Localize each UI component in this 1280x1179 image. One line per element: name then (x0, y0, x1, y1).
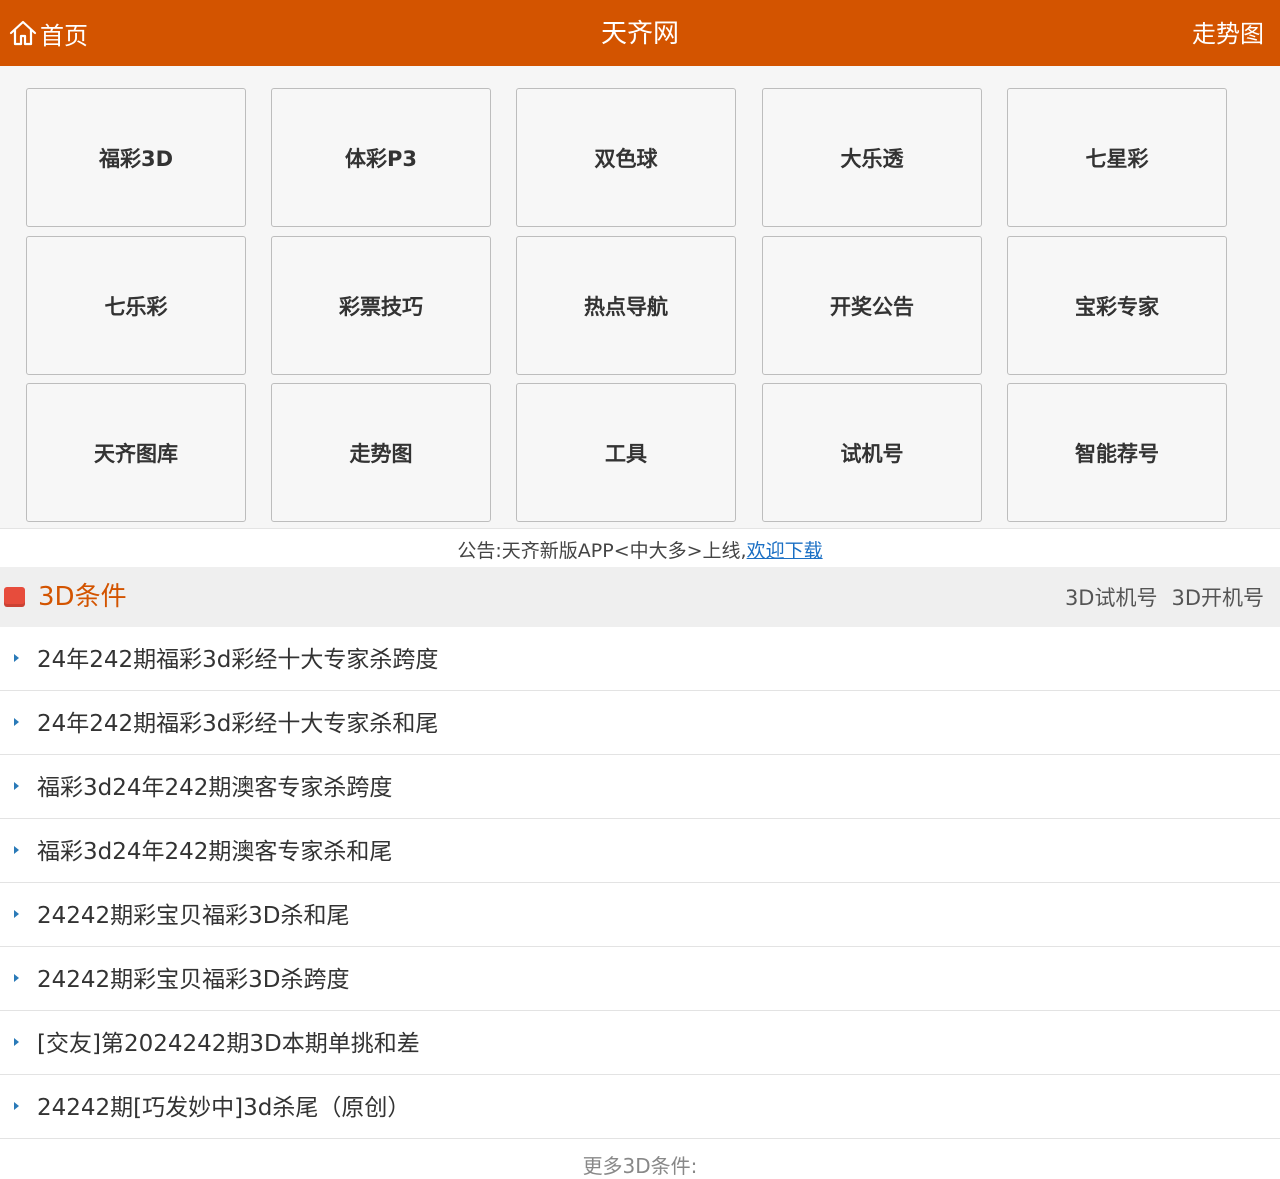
nav-tile-tcp3[interactable]: 体彩P3 (271, 88, 491, 227)
open-number-link[interactable]: 3D开机号 (1171, 586, 1264, 610)
list-item-title: 24242期彩宝贝福彩3D杀跨度 (37, 967, 350, 993)
section-links: 3D试机号 3D开机号 (1051, 567, 1264, 627)
nav-tile-qlc[interactable]: 七乐彩 (26, 236, 246, 375)
download-link[interactable]: 欢迎下载 (747, 540, 823, 562)
nav-grid: 福彩3D 体彩P3 双色球 大乐透 七星彩 七乐彩 彩票技巧 热点导航 开奖公告… (0, 66, 1280, 529)
nav-tile-gallery[interactable]: 天齐图库 (26, 383, 246, 522)
test-number-link[interactable]: 3D试机号 (1065, 586, 1158, 610)
list-item-title: 福彩3d24年242期澳客专家杀跨度 (37, 775, 393, 801)
caret-right-icon (14, 1038, 19, 1046)
nav-tile-tips[interactable]: 彩票技巧 (271, 236, 491, 375)
home-link[interactable]: 首页 (8, 0, 88, 66)
list-item[interactable]: [交友]第2024242期3D本期单挑和差 (0, 1011, 1280, 1075)
page-title: 天齐网 (600, 19, 679, 49)
list-item[interactable]: 24年242期福彩3d彩经十大专家杀跨度 (0, 627, 1280, 691)
trend-chart-link[interactable]: 走势图 (1192, 0, 1264, 66)
more-link[interactable]: 更多3D条件: (0, 1150, 1280, 1179)
list-item-title: 24242期彩宝贝福彩3D杀和尾 (37, 903, 350, 929)
list-item[interactable]: 24242期[巧发妙中]3d杀尾（原创） (0, 1075, 1280, 1139)
caret-right-icon (14, 718, 19, 726)
announcement-text: 公告:天齐新版APP<中大多>上线, (457, 540, 747, 562)
nav-tile-tools[interactable]: 工具 (516, 383, 736, 522)
caret-right-icon (14, 974, 19, 982)
list-item-title: 24年242期福彩3d彩经十大专家杀跨度 (37, 647, 439, 673)
list-item-title: 24年242期福彩3d彩经十大专家杀和尾 (37, 711, 439, 737)
nav-tile-qxc[interactable]: 七星彩 (1007, 88, 1227, 227)
announcement: 公告:天齐新版APP<中大多>上线,欢迎下载 (0, 530, 1280, 567)
list-item[interactable]: 福彩3d24年242期澳客专家杀跨度 (0, 755, 1280, 819)
caret-right-icon (14, 654, 19, 662)
list-item-title: 福彩3d24年242期澳客专家杀和尾 (37, 839, 393, 865)
top-bar: 首页 天齐网 走势图 (0, 0, 1280, 66)
caret-right-icon (14, 910, 19, 918)
list-item-title: 24242期[巧发妙中]3d杀尾（原创） (37, 1095, 411, 1121)
nav-tile-smart-pick[interactable]: 智能荐号 (1007, 383, 1227, 522)
home-label: 首页 (40, 21, 88, 50)
nav-tile-trend[interactable]: 走势图 (271, 383, 491, 522)
nav-tile-experts[interactable]: 宝彩专家 (1007, 236, 1227, 375)
list-item[interactable]: 24242期彩宝贝福彩3D杀跨度 (0, 947, 1280, 1011)
list-item-title: [交友]第2024242期3D本期单挑和差 (37, 1031, 420, 1057)
list-item[interactable]: 24年242期福彩3d彩经十大专家杀和尾 (0, 691, 1280, 755)
list-item[interactable]: 24242期彩宝贝福彩3D杀和尾 (0, 883, 1280, 947)
caret-right-icon (14, 846, 19, 854)
section-marker-icon (4, 587, 25, 607)
caret-right-icon (14, 782, 19, 790)
nav-tile-draw-notice[interactable]: 开奖公告 (762, 236, 982, 375)
home-icon (9, 20, 37, 46)
caret-right-icon (14, 1102, 19, 1110)
nav-tile-test-number[interactable]: 试机号 (762, 383, 982, 522)
section-title: 3D条件 (38, 582, 127, 612)
nav-tile-dlt[interactable]: 大乐透 (762, 88, 982, 227)
section-header: 3D条件 3D试机号 3D开机号 (0, 567, 1280, 627)
nav-tile-fc3d[interactable]: 福彩3D (26, 88, 246, 227)
list-item[interactable]: 福彩3d24年242期澳客专家杀和尾 (0, 819, 1280, 883)
nav-tile-ssq[interactable]: 双色球 (516, 88, 736, 227)
nav-tile-hot-nav[interactable]: 热点导航 (516, 236, 736, 375)
article-list: 24年242期福彩3d彩经十大专家杀跨度 24年242期福彩3d彩经十大专家杀和… (0, 627, 1280, 1139)
